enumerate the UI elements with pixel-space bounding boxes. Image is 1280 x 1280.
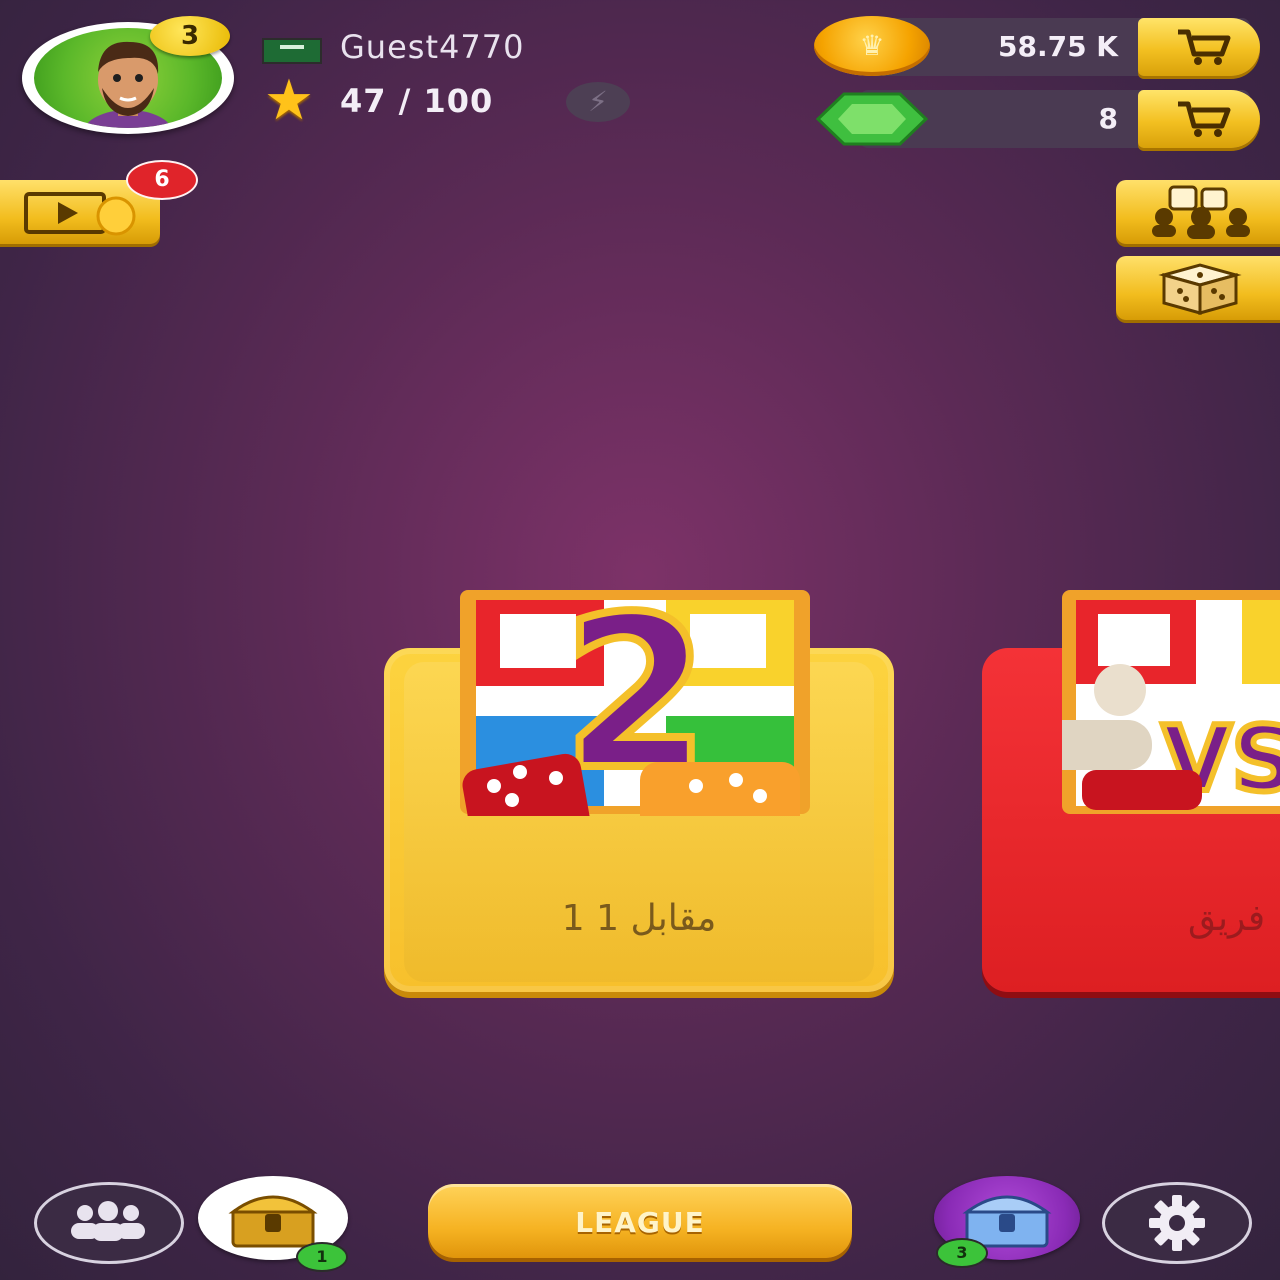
star-icon: ★	[263, 68, 315, 133]
flag-icon	[262, 38, 322, 64]
gem-icon	[814, 88, 930, 150]
dice-shop-button[interactable]	[1116, 256, 1280, 320]
mode-label-team: فريق	[1188, 898, 1266, 939]
buy-gems-button[interactable]	[1138, 90, 1260, 148]
mode-label-1v1: 1 مقابل 1	[561, 898, 717, 939]
gear-icon	[1149, 1195, 1205, 1251]
coin-icon: ♛	[814, 16, 930, 76]
player-name: Guest4770	[340, 28, 525, 66]
team-mode-icon: VS	[1062, 590, 1280, 815]
ludo-board-icon: 2	[460, 590, 810, 816]
cart-icon	[1178, 29, 1231, 65]
friends-button[interactable]	[34, 1182, 184, 1264]
chest-count-badge: 1	[296, 1242, 348, 1272]
friends-icon	[71, 1201, 145, 1241]
video-reward-icon	[24, 192, 136, 236]
premium-chest-badge: 3	[936, 1238, 988, 1268]
level-badge: 3	[150, 16, 230, 56]
coin-balance: 58.75 K	[997, 30, 1118, 63]
treasure-chest-icon	[228, 1195, 318, 1248]
buy-coins-button[interactable]	[1138, 18, 1260, 76]
settings-button[interactable]	[1102, 1182, 1252, 1264]
gem-balance: 8	[1098, 102, 1118, 135]
league-label: LEAGUE	[575, 1206, 705, 1239]
lightning-icon: ⚡	[566, 82, 630, 122]
cart-icon	[1178, 101, 1231, 137]
dice-icon	[1158, 263, 1242, 315]
dice-group-icon	[1152, 185, 1250, 239]
notification-badge: 6	[126, 160, 198, 200]
play-with-friends-button[interactable]	[1116, 180, 1280, 244]
xp-progress: 47 / 100	[340, 82, 494, 120]
